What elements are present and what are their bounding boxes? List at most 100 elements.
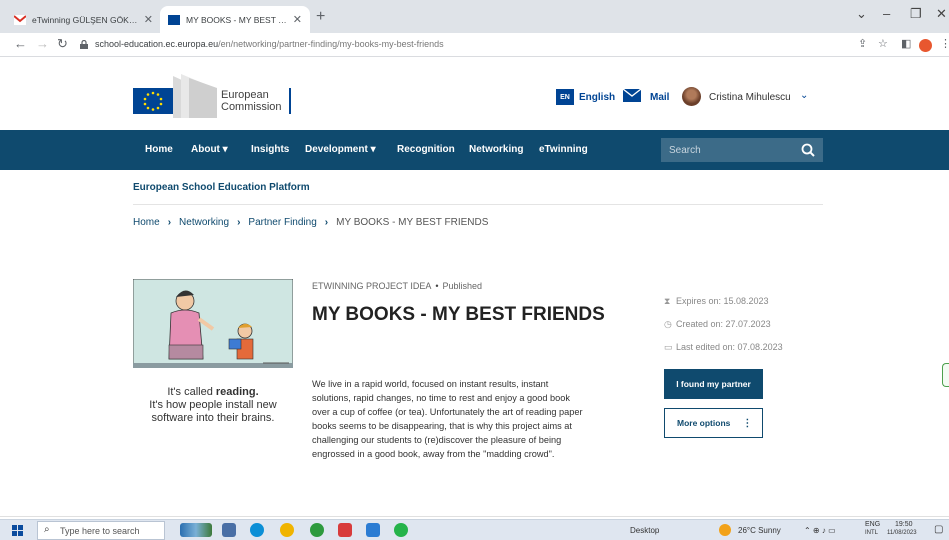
input-language-2: INTL <box>865 530 879 536</box>
nav-networking[interactable]: Networking <box>469 144 523 155</box>
minimize-icon[interactable]: – <box>883 6 890 21</box>
url-path: /en/networking/partner-finding/my-books-… <box>218 39 444 49</box>
chevron-down-icon[interactable]: ⌄ <box>800 90 808 101</box>
hourglass-icon: ⧗ <box>664 296 671 306</box>
status-badge: Published <box>442 281 483 291</box>
url-field[interactable]: school-education.ec.europa.eu/en/network… <box>95 39 444 49</box>
site-search <box>661 138 823 162</box>
eu-flag-icon <box>168 14 180 25</box>
windows-start-icon[interactable] <box>12 525 23 536</box>
logo-divider <box>289 88 291 114</box>
feedback-tab[interactable] <box>942 363 949 387</box>
url-host: school-education.ec.europa.eu <box>95 39 219 49</box>
back-icon[interactable]: ← <box>14 36 27 51</box>
mail-icon[interactable] <box>623 89 641 102</box>
expires-date: ⧗ Expires on: 15.08.2023 <box>664 296 769 307</box>
breadcrumb: Home › Networking › Partner Finding › MY BOOKS… <box>133 217 488 228</box>
project-kicker: ETWINNING PROJECT IDEA • Published <box>312 281 482 291</box>
whatsapp-icon[interactable] <box>310 523 324 537</box>
weather-text[interactable]: 26°C Sunny <box>738 526 781 535</box>
caption-bold: reading. <box>215 386 259 398</box>
task-view-icon[interactable] <box>222 523 236 537</box>
logo-line-2: Commission <box>221 101 282 113</box>
close-tab-icon[interactable]: ✕ <box>144 13 153 26</box>
profile-icon[interactable] <box>919 39 932 52</box>
nav-etwinning[interactable]: eTwinning <box>539 144 588 155</box>
project-illustration <box>133 279 293 368</box>
clock-time[interactable]: 19:50 <box>895 521 913 528</box>
nav-insights[interactable]: Insights <box>251 144 289 155</box>
caption-text: It's called <box>167 386 216 398</box>
restore-icon[interactable]: ❐ <box>910 6 922 22</box>
main-navigation: Home About ▾ Insights Development ▾ Reco… <box>0 130 949 170</box>
browser-tab-etwinning[interactable]: eTwinning GÜLŞEN GÖKÇE work ✕ <box>6 6 161 33</box>
new-tab-icon[interactable]: + <box>316 8 325 26</box>
office-icon[interactable] <box>338 523 352 537</box>
news-widget-icon[interactable] <box>180 523 212 537</box>
taskbar-search[interactable]: ⌕ Type here to search <box>37 521 165 540</box>
nav-recognition[interactable]: Recognition <box>397 144 455 155</box>
more-options-button[interactable]: More options ⋮ <box>664 408 763 438</box>
mail-link[interactable]: Mail <box>650 92 669 103</box>
bookmark-star-icon[interactable]: ☆ <box>878 37 888 50</box>
found-partner-button[interactable]: I found my partner <box>664 369 763 399</box>
chrome-icon[interactable] <box>280 523 294 537</box>
caption-text-2: It's how people install new software int… <box>149 399 277 424</box>
sunny-weather-icon <box>719 524 731 536</box>
menu-icon[interactable]: ⋮ <box>940 37 949 50</box>
ec-logo-text: European Commission <box>221 89 282 113</box>
close-tab-icon[interactable]: ✕ <box>293 13 302 26</box>
input-language[interactable]: ENG <box>865 521 880 528</box>
search-icon[interactable] <box>799 142 817 158</box>
messaging-icon[interactable] <box>394 523 408 537</box>
tab-title: eTwinning GÜLŞEN GÖKÇE work <box>32 14 138 25</box>
browser-tab-bar: eTwinning GÜLŞEN GÖKÇE work ✕ MY BOOKS -… <box>0 0 949 33</box>
tab-search-icon[interactable]: ⌄ <box>856 6 867 22</box>
more-options-label: More options <box>677 418 731 428</box>
calendar-icon: ▭ <box>664 342 673 352</box>
breadcrumb-partner-finding[interactable]: Partner Finding <box>248 217 316 228</box>
breadcrumb-separator-icon: › <box>237 217 241 228</box>
project-description: We live in a rapid world, focused on ins… <box>312 379 583 459</box>
edited-text: Last edited on: 07.08.2023 <box>676 342 783 352</box>
system-tray-icons[interactable]: ⌃ ⊕ ♪ ▭ <box>804 526 836 535</box>
avatar[interactable] <box>682 87 701 106</box>
share-icon[interactable]: ⇪ <box>858 37 867 50</box>
clock-date: 11/08/2023 <box>887 530 917 536</box>
breadcrumb-networking[interactable]: Networking <box>179 217 229 228</box>
breadcrumb-separator-icon: › <box>167 217 172 228</box>
language-selector[interactable]: English <box>579 92 615 103</box>
nav-about[interactable]: About ▾ <box>191 144 228 155</box>
user-name[interactable]: Cristina Mihulescu <box>709 92 791 103</box>
side-panel-icon[interactable]: ◧ <box>901 37 911 50</box>
close-window-icon[interactable]: ✕ <box>936 6 947 22</box>
forward-icon[interactable]: → <box>36 36 49 51</box>
notification-icon[interactable]: ▢ <box>934 524 943 535</box>
logo-line-1: European <box>221 89 269 101</box>
bullet-icon: • <box>435 281 439 291</box>
project-type: ETWINNING PROJECT IDEA <box>312 281 432 291</box>
divider <box>0 516 949 517</box>
platform-title[interactable]: European School Education Platform <box>133 182 310 193</box>
desktop-label[interactable]: Desktop <box>630 526 659 535</box>
language-icon[interactable]: EN <box>556 89 574 105</box>
page-title: MY BOOKS - MY BEST FRIENDS <box>312 304 605 325</box>
search-icon: ⌕ <box>44 524 50 535</box>
created-date: ◷ Created on: 27.07.2023 <box>664 319 771 330</box>
tab-title: MY BOOKS - MY BEST FRIENDS <box>186 14 287 25</box>
edited-date: ▭ Last edited on: 07.08.2023 <box>664 342 783 353</box>
search-input[interactable] <box>669 143 789 157</box>
nav-development[interactable]: Development ▾ <box>305 144 376 155</box>
nav-home[interactable]: Home <box>145 144 173 155</box>
breadcrumb-home[interactable]: Home <box>133 217 160 228</box>
divider <box>133 204 823 205</box>
created-text: Created on: 27.07.2023 <box>676 319 771 329</box>
gmail-icon <box>14 14 26 25</box>
illustration-caption: It's called reading. It's how people ins… <box>130 386 296 425</box>
address-bar: ← → ↻ school-education.ec.europa.eu/en/n… <box>0 33 949 57</box>
file-explorer-icon[interactable] <box>366 523 380 537</box>
edge-icon[interactable] <box>250 523 264 537</box>
browser-tab-my-books[interactable]: MY BOOKS - MY BEST FRIENDS ✕ <box>160 6 310 33</box>
breadcrumb-current: MY BOOKS - MY BEST FRIENDS <box>336 217 489 228</box>
reload-icon[interactable]: ↻ <box>57 36 68 52</box>
